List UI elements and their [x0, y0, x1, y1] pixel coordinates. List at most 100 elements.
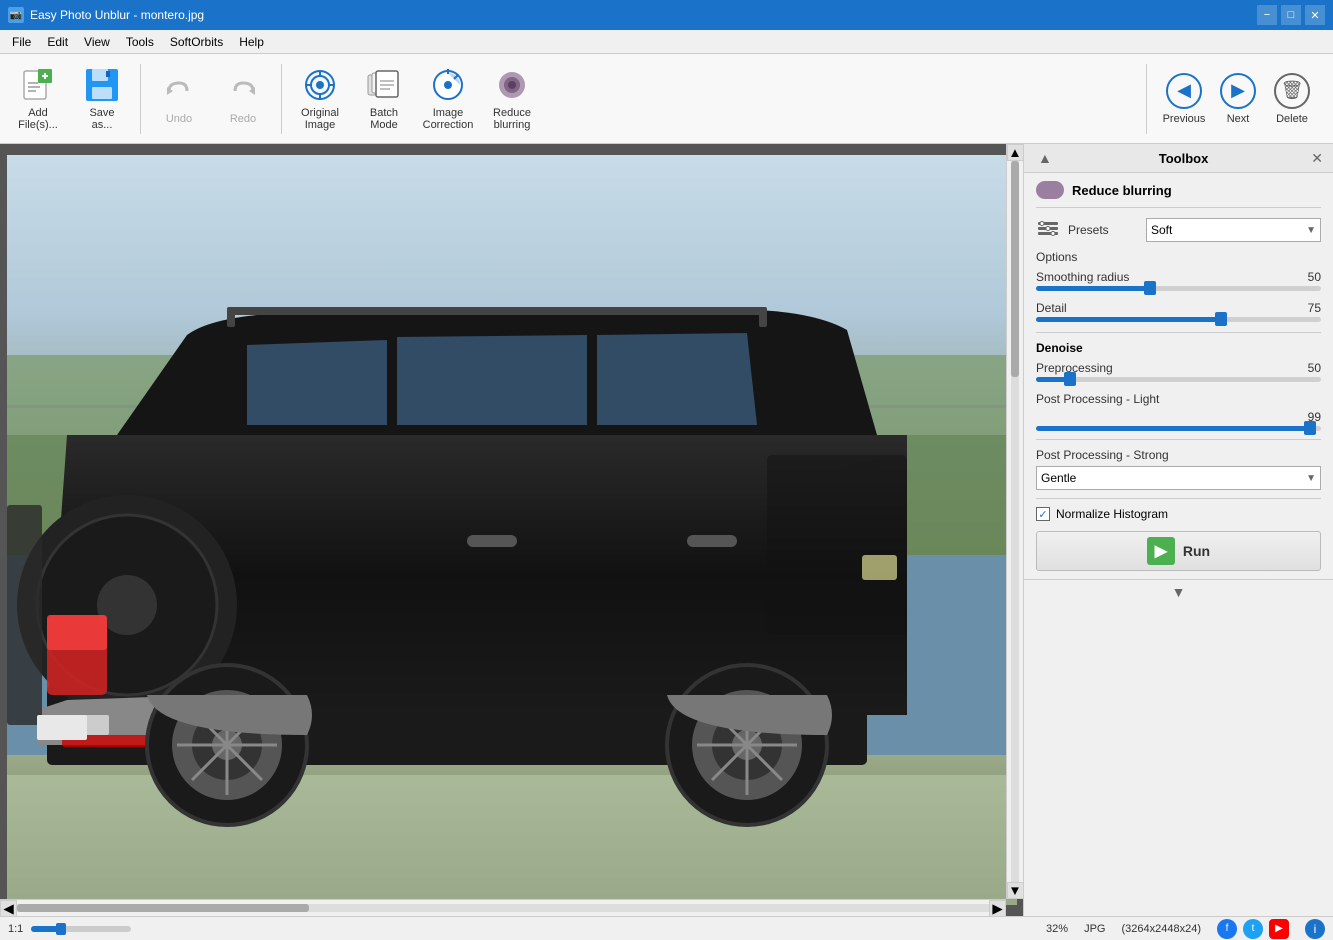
- preprocessing-thumb[interactable]: [1064, 372, 1076, 386]
- reduce-blurring-toolbar-label: Reduceblurring: [493, 107, 531, 131]
- denoise-label: Denoise: [1036, 341, 1321, 355]
- preprocessing-section: Preprocessing 50: [1036, 361, 1321, 382]
- undo-label: Undo: [166, 113, 192, 125]
- redo-button[interactable]: Redo: [213, 59, 273, 139]
- zoom-thumb[interactable]: [56, 923, 66, 935]
- scroll-track-v[interactable]: [1011, 161, 1019, 882]
- toolbox-close-button[interactable]: ✕: [1311, 151, 1323, 165]
- undo-button[interactable]: Undo: [149, 59, 209, 139]
- smoothing-radius-label-row: Smoothing radius 50: [1036, 270, 1321, 284]
- next-button[interactable]: ▶ Next: [1213, 59, 1263, 139]
- minimize-button[interactable]: −: [1257, 5, 1277, 25]
- menu-tools[interactable]: Tools: [118, 33, 162, 51]
- presets-icon: [1036, 218, 1060, 242]
- previous-button[interactable]: ◀ Previous: [1159, 59, 1209, 139]
- reduce-blurring-button[interactable]: Reduceblurring: [482, 59, 542, 139]
- smoothing-radius-track[interactable]: [1036, 286, 1321, 291]
- presets-dropdown[interactable]: Soft ▼: [1146, 218, 1321, 242]
- title-bar-controls: − □ ✕: [1257, 5, 1325, 25]
- original-image-button[interactable]: OriginalImage: [290, 59, 350, 139]
- presets-dropdown-arrow: ▼: [1306, 225, 1316, 236]
- menu-edit[interactable]: Edit: [39, 33, 76, 51]
- image-area[interactable]: ◀ ▶ ▲ ▼: [0, 144, 1023, 916]
- normalize-histogram-row[interactable]: Normalize Histogram: [1036, 507, 1321, 521]
- main-area: ◀ ▶ ▲ ▼ ▲ Toolbox ✕ Reduce blurring: [0, 144, 1333, 916]
- smoothing-radius-value: 50: [1308, 270, 1321, 284]
- scroll-up-button[interactable]: ▲: [1007, 144, 1024, 161]
- smoothing-radius-label: Smoothing radius: [1036, 270, 1129, 284]
- social-icons: f t ▶: [1217, 919, 1289, 939]
- scroll-thumb-h[interactable]: [17, 904, 309, 912]
- redo-label: Redo: [230, 113, 256, 125]
- batch-mode-button[interactable]: BatchMode: [354, 59, 414, 139]
- batch-mode-label: BatchMode: [370, 107, 398, 131]
- toolbox-scroll-down[interactable]: ▼: [1168, 584, 1190, 600]
- normalize-histogram-checkbox[interactable]: [1036, 507, 1050, 521]
- divider-3: [1036, 498, 1321, 499]
- image-correction-button[interactable]: ImageCorrection: [418, 59, 478, 139]
- toolbox-body: Reduce blurring Presets Soft ▼: [1024, 173, 1333, 579]
- menu-file[interactable]: File: [4, 33, 39, 51]
- scroll-left-button[interactable]: ◀: [0, 900, 17, 917]
- detail-thumb[interactable]: [1215, 312, 1227, 326]
- zoom-track[interactable]: [31, 926, 131, 932]
- scroll-right-button[interactable]: ▶: [989, 900, 1006, 917]
- title-bar: 📷 Easy Photo Unblur - montero.jpg − □ ✕: [0, 0, 1333, 30]
- horizontal-scrollbar[interactable]: ◀ ▶: [0, 899, 1006, 916]
- run-button[interactable]: ▶ Run: [1036, 531, 1321, 571]
- facebook-icon[interactable]: f: [1217, 919, 1237, 939]
- toolbox-scroll-down-area: ▼: [1024, 579, 1333, 604]
- youtube-icon[interactable]: ▶: [1269, 919, 1289, 939]
- preprocessing-value: 50: [1308, 361, 1321, 375]
- preprocessing-track[interactable]: [1036, 377, 1321, 382]
- add-files-button[interactable]: AddFile(s)...: [8, 59, 68, 139]
- vertical-scrollbar[interactable]: ▲ ▼: [1006, 144, 1023, 899]
- reduce-blur-section-title: Reduce blurring: [1072, 183, 1172, 198]
- zoom-percent: 32%: [1046, 923, 1068, 935]
- menu-softorbits[interactable]: SoftOrbits: [162, 33, 231, 51]
- status-bar-left: 1:1: [8, 923, 131, 935]
- save-as-button[interactable]: Saveas...: [72, 59, 132, 139]
- smoothing-radius-thumb[interactable]: [1144, 281, 1156, 295]
- image-correction-label: ImageCorrection: [423, 107, 474, 131]
- maximize-button[interactable]: □: [1281, 5, 1301, 25]
- window-title: Easy Photo Unblur - montero.jpg: [30, 8, 204, 22]
- post-proc-strong-dropdown[interactable]: Gentle ▼: [1036, 466, 1321, 490]
- toolbox-scroll-up[interactable]: ▲: [1034, 150, 1056, 166]
- close-button[interactable]: ✕: [1305, 5, 1325, 25]
- reduce-blur-section: Reduce blurring: [1036, 181, 1321, 208]
- post-proc-strong-arrow: ▼: [1306, 473, 1316, 484]
- post-processing-light-section: Post Processing - Light 99: [1036, 392, 1321, 431]
- menu-help[interactable]: Help: [231, 33, 272, 51]
- twitter-icon[interactable]: t: [1243, 919, 1263, 939]
- redo-icon: [225, 73, 261, 109]
- image-canvas: [0, 144, 1023, 916]
- add-file-icon: [20, 67, 56, 103]
- normalize-histogram-label: Normalize Histogram: [1056, 507, 1168, 521]
- post-proc-light-track[interactable]: [1036, 426, 1321, 431]
- app-icon: 📷: [8, 7, 24, 23]
- toolbox-title: Toolbox: [1159, 151, 1209, 166]
- delete-button[interactable]: 🗑 Delete: [1267, 59, 1317, 139]
- detail-track[interactable]: [1036, 317, 1321, 322]
- presets-row: Presets Soft ▼: [1036, 218, 1321, 242]
- status-bar: 1:1 32% JPG (3264x2448x24) f t ▶ i: [0, 916, 1333, 940]
- options-text: Options: [1036, 250, 1077, 264]
- scroll-down-button[interactable]: ▼: [1007, 882, 1024, 899]
- menu-bar: File Edit View Tools SoftOrbits Help: [0, 30, 1333, 54]
- save-icon: [84, 67, 120, 103]
- save-as-label: Saveas...: [89, 107, 114, 131]
- dimensions-label: (3264x2448x24): [1121, 923, 1201, 935]
- scroll-thumb-v[interactable]: [1011, 161, 1019, 377]
- run-icon: ▶: [1147, 537, 1175, 565]
- nav-area: ◀ Previous ▶ Next 🗑 Delete: [1146, 59, 1325, 139]
- run-label: Run: [1183, 543, 1210, 559]
- presets-label: Presets: [1068, 223, 1138, 237]
- menu-view[interactable]: View: [76, 33, 118, 51]
- detail-label-row: Detail 75: [1036, 301, 1321, 315]
- info-button[interactable]: i: [1305, 919, 1325, 939]
- post-proc-light-thumb[interactable]: [1304, 421, 1316, 435]
- post-proc-strong-label: Post Processing - Strong: [1036, 448, 1321, 462]
- detail-section: Detail 75: [1036, 301, 1321, 322]
- scroll-track-h[interactable]: [17, 904, 989, 912]
